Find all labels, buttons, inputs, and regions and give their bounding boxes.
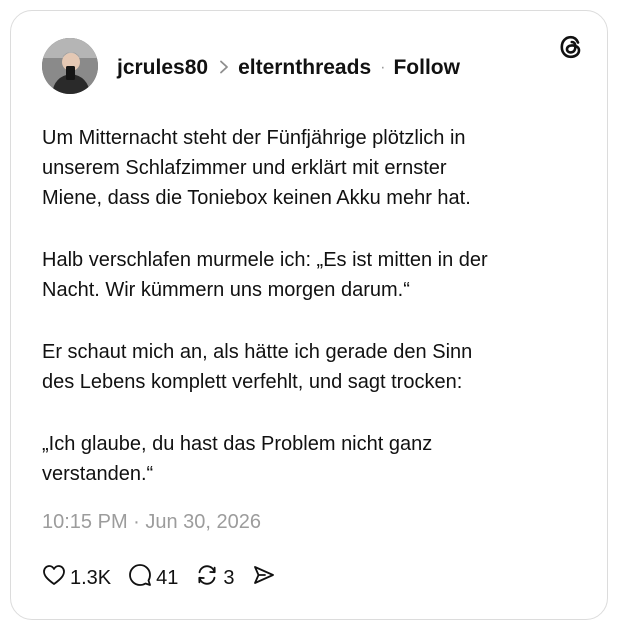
paragraph: Halb verschlafen murmele ich: „Es ist mi… bbox=[42, 245, 582, 305]
line: verstanden.“ bbox=[42, 463, 154, 485]
line: unserem Schlafzimmer und erklärt mit ern… bbox=[42, 157, 447, 179]
line: Halb verschlafen murmele ich: „Es ist mi… bbox=[42, 249, 488, 271]
share-button[interactable] bbox=[252, 563, 280, 593]
like-count: 1.3K bbox=[70, 566, 112, 589]
comment-icon bbox=[128, 563, 156, 593]
line: „Ich glaube, du hast das Problem nicht g… bbox=[42, 433, 433, 455]
follow-button[interactable]: Follow bbox=[393, 56, 460, 80]
line: des Lebens komplett verfehlt, und sagt t… bbox=[42, 371, 463, 393]
line: Nacht. Wir kümmern uns morgen darum.“ bbox=[42, 279, 410, 301]
paragraph: Er schaut mich an, als hätte ich gerade … bbox=[42, 337, 582, 397]
heart-icon bbox=[42, 564, 70, 592]
post-card: jcrules80 elternthreads · Follow Um Mitt… bbox=[10, 10, 608, 620]
avatar[interactable] bbox=[42, 38, 98, 94]
line: Miene, dass die Toniebox keinen Akku meh… bbox=[42, 187, 471, 209]
line: Er schaut mich an, als hätte ich gerade … bbox=[42, 341, 473, 363]
share-icon bbox=[252, 563, 280, 593]
post-body: Um Mitternacht steht der Fünfjährige plö… bbox=[42, 123, 582, 489]
repost-button[interactable]: 3 bbox=[195, 563, 235, 593]
separator-dot: · bbox=[380, 59, 386, 76]
reply-button[interactable]: 41 bbox=[128, 563, 178, 593]
line: Um Mitternacht steht der Fünfjährige plö… bbox=[42, 127, 466, 149]
post-header: jcrules80 elternthreads · Follow bbox=[117, 53, 460, 83]
threads-logo-icon[interactable] bbox=[557, 33, 585, 61]
repost-icon bbox=[195, 563, 223, 593]
reply-count: 41 bbox=[156, 566, 179, 589]
chevron-right-icon bbox=[219, 56, 229, 80]
like-button[interactable]: 1.3K bbox=[42, 564, 111, 592]
username[interactable]: jcrules80 bbox=[117, 56, 208, 80]
paragraph: Um Mitternacht steht der Fünfjährige plö… bbox=[42, 123, 582, 213]
action-bar: 1.3K 41 3 bbox=[42, 563, 297, 593]
paragraph: „Ich glaube, du hast das Problem nicht g… bbox=[42, 429, 582, 489]
post-timestamp: 10:15 PM · Jun 30, 2026 bbox=[42, 511, 262, 533]
community-name[interactable]: elternthreads bbox=[238, 56, 371, 80]
repost-count: 3 bbox=[223, 566, 235, 589]
